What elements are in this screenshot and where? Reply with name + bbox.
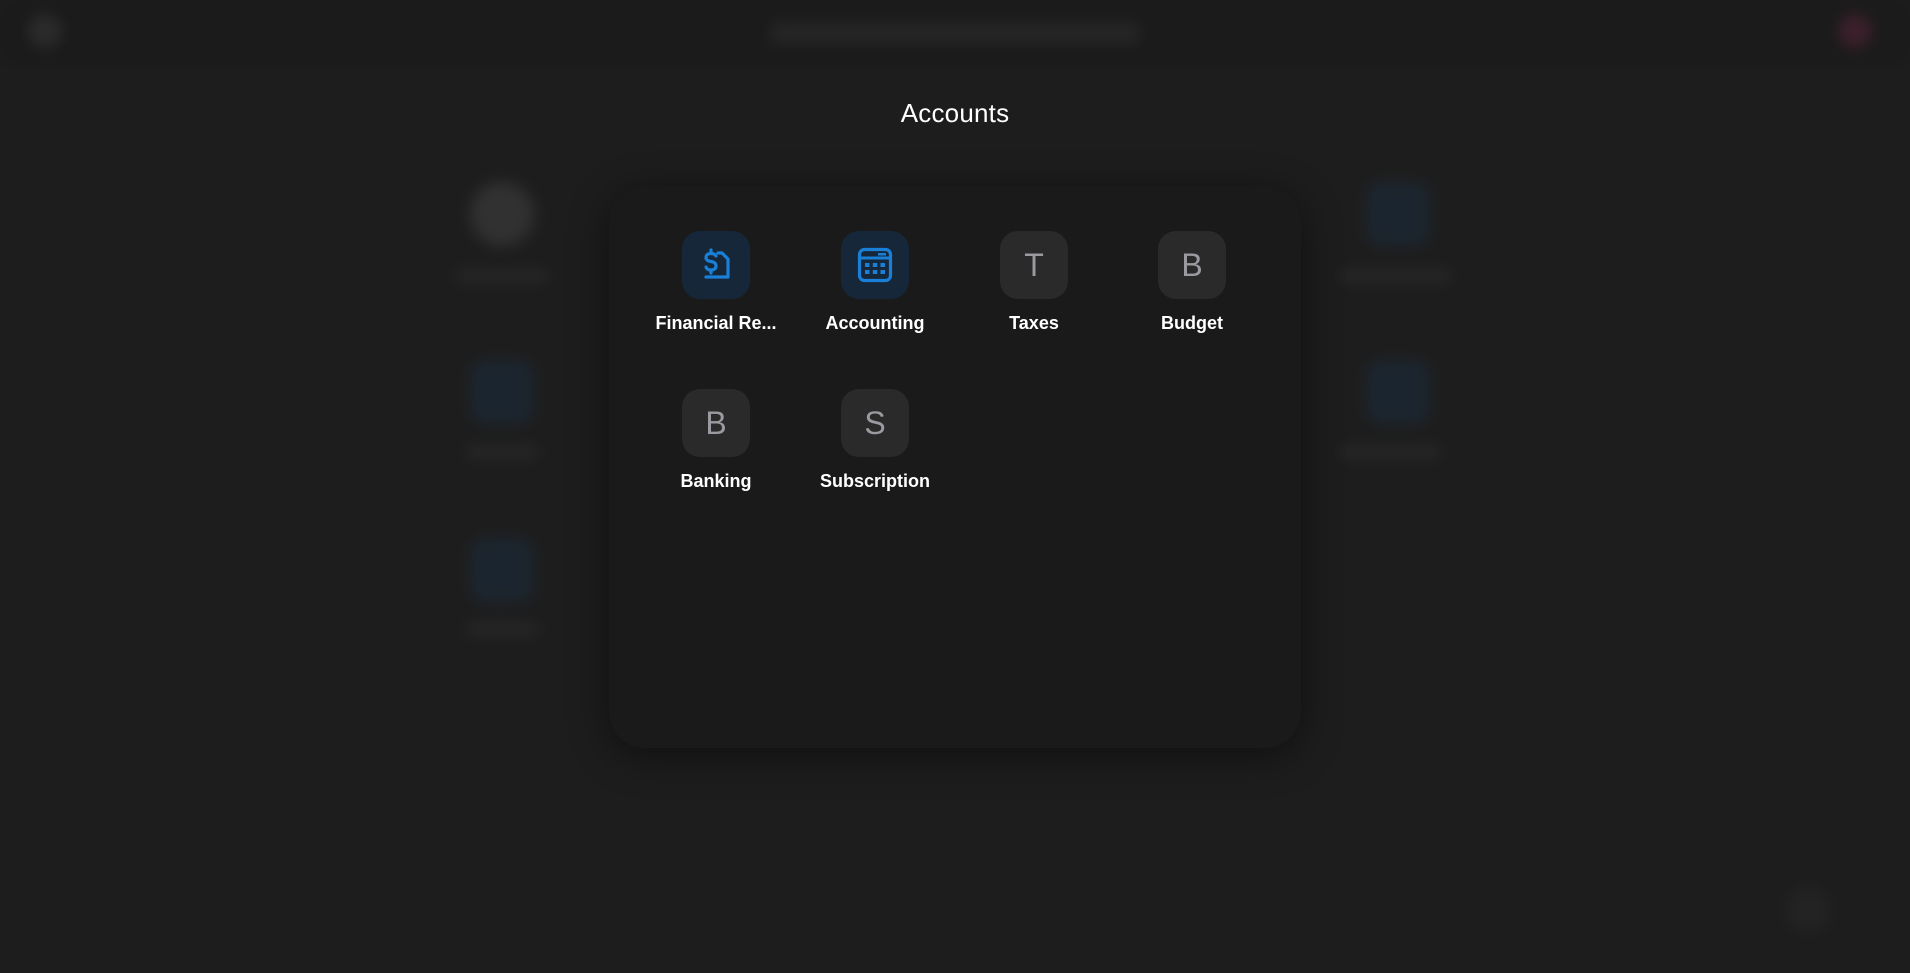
app-label: Banking <box>680 471 752 491</box>
app-label: Taxes <box>1009 313 1059 333</box>
financial-report-icon <box>682 231 750 299</box>
app-label: Accounting <box>825 313 925 333</box>
app-budget[interactable]: B Budget <box>1127 231 1257 334</box>
app-financial-reports[interactable]: Financial Re... <box>651 231 781 334</box>
app-label: Subscription <box>819 471 930 491</box>
app-letter: T <box>1024 246 1044 283</box>
folder-title: Accounts <box>900 98 1010 128</box>
app-letter: B <box>1181 246 1203 283</box>
letter-t-icon: T <box>1000 231 1068 299</box>
app-taxes[interactable]: T Taxes <box>969 231 1099 334</box>
app-letter: B <box>705 404 727 441</box>
app-subscription[interactable]: S Subscription <box>810 389 940 492</box>
letter-s-icon: S <box>841 389 909 457</box>
app-label: Financial Re... <box>655 313 777 333</box>
app-folder-panel: Financial Re... Accounting T Taxes B Bud… <box>609 186 1301 748</box>
app-grid: Financial Re... Accounting T Taxes B Bud… <box>609 186 1301 748</box>
app-banking[interactable]: B Banking <box>651 389 781 492</box>
app-letter: S <box>864 404 886 441</box>
app-label: Budget <box>1161 313 1223 333</box>
letter-b-icon: B <box>682 389 750 457</box>
calculator-icon <box>841 231 909 299</box>
app-launcher-screen: Accounts Financial Re... Accounting T Ta… <box>0 0 1910 973</box>
letter-b-icon: B <box>1158 231 1226 299</box>
app-accounting[interactable]: Accounting <box>810 231 940 334</box>
